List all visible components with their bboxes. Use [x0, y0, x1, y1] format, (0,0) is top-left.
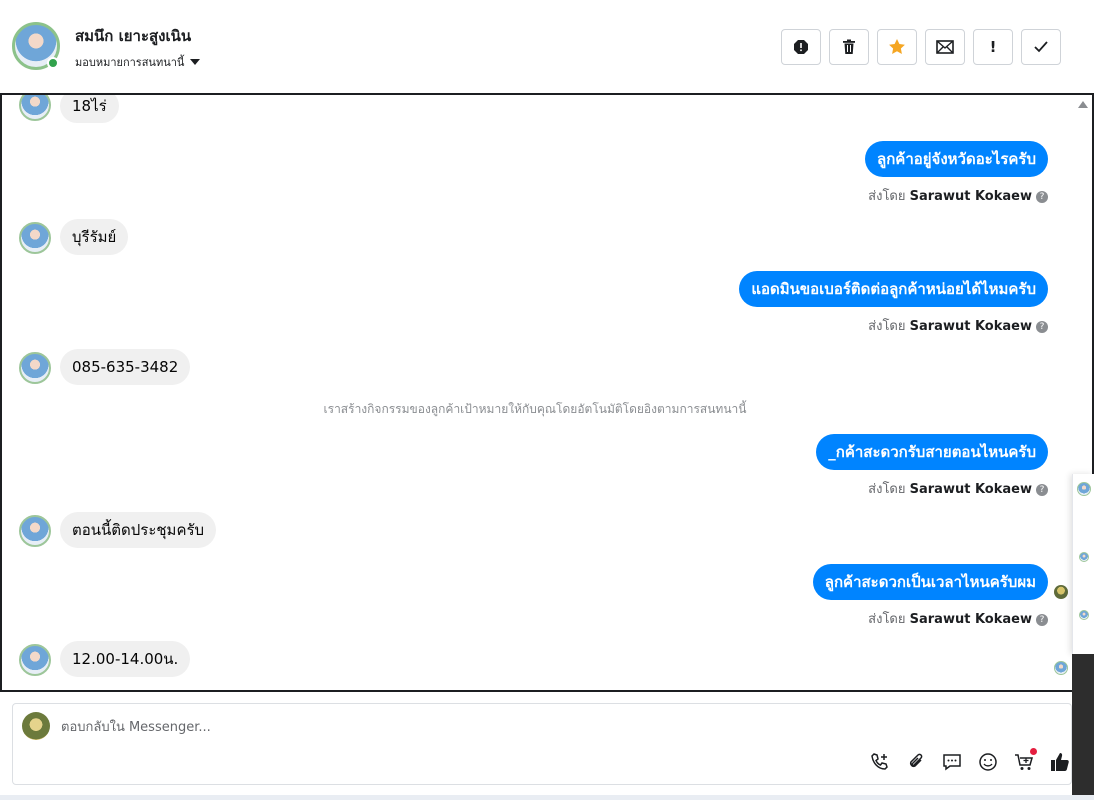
dark-panel-edge [1072, 654, 1094, 800]
outgoing-message: ลูกค้าอยู่จังหวัดอะไรครับ [865, 141, 1048, 177]
scroll-up-arrow-icon[interactable] [1078, 101, 1088, 108]
help-icon[interactable]: ? [1036, 614, 1048, 626]
caret-down-icon [190, 59, 201, 65]
incoming-message: 12.00-14.00น. [60, 641, 191, 677]
panel-avatar [1079, 610, 1089, 620]
outgoing-message: ลูกค้าสะดวกเป็นเวลาไหนครับผม [812, 564, 1048, 600]
sender-avatar [19, 515, 51, 547]
sender-avatar [19, 644, 51, 676]
sent-by-agent: Sarawut Kokaew [909, 319, 1032, 334]
sent-by-agent: Sarawut Kokaew [909, 189, 1032, 204]
header-actions: ! [781, 29, 1061, 65]
call-add-button[interactable] [869, 750, 891, 774]
reply-input[interactable] [61, 717, 661, 737]
contact-name[interactable]: สมนึก เยาะสูงเนิน [75, 24, 191, 48]
assign-label: มอบหมายการสนทนานี้ [75, 56, 185, 69]
sent-by-prefix: ส่งโดย [868, 482, 906, 497]
sender-avatar [19, 95, 51, 121]
help-icon[interactable]: ? [1036, 484, 1048, 496]
sent-by-label: ส่งโดย Sarawut Kokaew? [868, 478, 1048, 499]
incoming-message: ตอนนี้ติดประชุมครับ [60, 512, 217, 548]
cart-button[interactable] [1013, 748, 1037, 774]
attach-icon [909, 753, 923, 768]
sent-by-label: ส่งโดย Sarawut Kokaew? [868, 608, 1048, 629]
mark-unread-button[interactable] [925, 29, 965, 65]
like-icon [1051, 753, 1069, 771]
incoming-message: 18ไร่ [60, 95, 119, 123]
check-icon [1034, 41, 1048, 53]
composer-toolbar [869, 748, 1071, 774]
mail-icon [936, 40, 954, 54]
incoming-message: บุรีรัมย์ [60, 219, 129, 255]
sent-by-label: ส่งโดย Sarawut Kokaew? [868, 185, 1048, 206]
read-receipt-avatar [1054, 661, 1068, 675]
panel-avatar [1077, 482, 1091, 496]
cart-icon [1015, 754, 1033, 770]
mark-spam-button[interactable] [781, 29, 821, 65]
star-button[interactable] [877, 29, 917, 65]
sent-by-agent: Sarawut Kokaew [909, 612, 1032, 627]
sent-by-prefix: ส่งโดย [868, 189, 906, 204]
sent-by-label: ส่งโดย Sarawut Kokaew? [868, 315, 1048, 336]
outgoing-message: _กค้าสะดวกรับสายตอนไหนครับ [816, 434, 1048, 470]
trash-icon [843, 39, 855, 54]
outgoing-message: แอดมินขอเบอร์ติดต่อลูกค้าหน่อยได้ไหมครับ [739, 271, 1048, 307]
saved-replies-button[interactable] [941, 750, 963, 774]
contact-avatar[interactable] [12, 22, 60, 70]
seen-indicator-avatar [1054, 585, 1068, 599]
call-add-icon [871, 753, 888, 770]
assign-conversation-dropdown[interactable]: มอบหมายการสนทนานี้ [75, 53, 201, 71]
emoji-button[interactable] [977, 750, 999, 774]
sent-by-prefix: ส่งโดย [868, 612, 906, 627]
side-panel-edge [1072, 474, 1094, 654]
exclaim-icon: ! [989, 38, 997, 56]
follow-up-button[interactable]: ! [973, 29, 1013, 65]
emoji-icon [979, 753, 997, 771]
delete-button[interactable] [829, 29, 869, 65]
star-icon [889, 39, 905, 54]
system-note: เราสร้างกิจกรรมของลูกค้าเป้าหมายให้กับคุ… [323, 402, 747, 416]
attach-button[interactable] [905, 750, 927, 774]
reply-composer [12, 703, 1072, 785]
report-icon [794, 40, 808, 54]
help-icon[interactable]: ? [1036, 321, 1048, 333]
conversation-header: สมนึก เยาะสูงเนิน มอบหมายการสนทนานี้ ! [0, 0, 1070, 92]
like-button[interactable] [1049, 750, 1071, 774]
mark-done-button[interactable] [1021, 29, 1061, 65]
help-icon[interactable]: ? [1036, 191, 1048, 203]
incoming-message: 085-635-3482 [60, 349, 191, 385]
message-thread[interactable]: 18ไร่ ลูกค้าอยู่จังหวัดอะไรครับ ส่งโดย S… [0, 93, 1094, 692]
messenger-conversation: สมนึก เยาะสูงเนิน มอบหมายการสนทนานี้ ! 1… [0, 0, 1094, 800]
footer-edge [0, 795, 1094, 800]
sent-by-prefix: ส่งโดย [868, 319, 906, 334]
chat-bubble-icon [943, 754, 961, 771]
sender-avatar [19, 222, 51, 254]
sender-avatar [19, 352, 51, 384]
panel-avatar [1079, 552, 1089, 562]
online-status-dot [47, 57, 59, 69]
sent-by-agent: Sarawut Kokaew [909, 482, 1032, 497]
notification-badge [1030, 748, 1037, 755]
page-avatar [22, 712, 50, 740]
